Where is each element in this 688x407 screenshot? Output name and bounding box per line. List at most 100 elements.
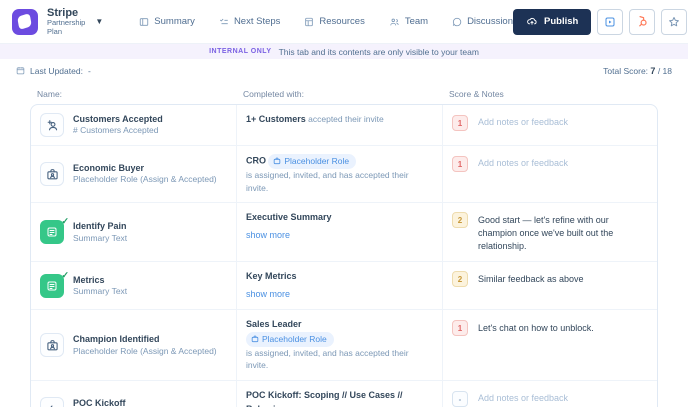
criterion-subtitle: Placeholder Role (Assign & Accepted) (73, 345, 217, 356)
tab-resources[interactable]: Resources (304, 16, 365, 27)
completed-cell: POC Kickoff: Scoping // Use Cases // Beh… (237, 381, 443, 407)
completed-cell: Executive Summary show more (237, 203, 443, 262)
completed-rest: accepted their invite (305, 114, 384, 124)
name-cell: Economic Buyer Placeholder Role (Assign … (31, 146, 237, 203)
score-badge[interactable]: 1 (452, 320, 468, 337)
notes-input[interactable]: Add notes or feedback (478, 391, 568, 403)
tab-team[interactable]: Team (389, 16, 428, 27)
score-cell: 1 Let's chat on how to unblock. (443, 310, 657, 380)
discussion-icon (452, 17, 462, 27)
total-score: Total Score: 7 / 18 (603, 66, 672, 76)
tab-label: Next Steps (233, 16, 281, 27)
last-updated-value: - (87, 65, 91, 76)
total-score-max: / 18 (657, 65, 672, 76)
plan-title-block[interactable]: Stripe Partnership Plan (47, 7, 85, 37)
tab-next-steps[interactable]: Next Steps (219, 16, 280, 27)
summary-check-icon: ✓ (40, 270, 69, 298)
score-badge[interactable]: 2 (452, 271, 468, 288)
completed-bold: Sales Leader (246, 319, 302, 330)
score-badge[interactable]: 1 (452, 115, 468, 131)
completed-rest: is assigned, invited, and has accepted t… (246, 169, 409, 193)
briefcase-user-icon (40, 162, 64, 187)
score-badge[interactable]: - (452, 391, 468, 407)
task-check-icon (40, 397, 64, 407)
tab-discussion[interactable]: Discussion (452, 16, 513, 27)
notes-text[interactable]: Similar feedback as above (478, 271, 584, 286)
last-updated-label: Last Updated: (30, 65, 83, 76)
publish-button[interactable]: Publish (513, 8, 592, 35)
criterion-subtitle: Summary Text (73, 286, 128, 297)
resources-icon (304, 17, 314, 27)
notes-input[interactable]: Add notes or feedback (478, 115, 568, 127)
video-icon (604, 16, 616, 28)
top-toolbar: Stripe Partnership Plan ▼ Summary Next S… (0, 0, 688, 44)
table-row: Economic Buyer Placeholder Role (Assign … (31, 145, 657, 203)
completed-rest: is assigned, invited, and has accepted t… (246, 347, 409, 371)
criterion-subtitle: Placeholder Role (Assign & Accepted) (73, 174, 217, 185)
tab-summary[interactable]: Summary (139, 16, 195, 27)
page-subtitle: Partnership Plan (47, 18, 86, 36)
video-button[interactable] (597, 8, 624, 35)
logo-glyph (17, 12, 32, 30)
table-row: ✓ Identify Pain Summary Text Executive S… (31, 202, 657, 262)
pill-label: Placeholder Role (284, 156, 350, 166)
completed-cell: 1+ Customers accepted their invite (237, 105, 443, 145)
criterion-name: Metrics (73, 274, 105, 285)
notes-input[interactable]: Add notes or feedback (478, 156, 568, 168)
completed-cell: Sales Leader Placeholder Role is assigne… (237, 310, 443, 381)
name-cell: Champion Identified Placeholder Role (As… (31, 310, 237, 381)
user-plus-icon (40, 113, 64, 137)
completed-bold: 1+ Customers (246, 114, 306, 124)
summary-icon (139, 17, 149, 27)
scorecard-table: Customers Accepted # Customers Accepted … (30, 104, 658, 407)
total-score-value: 7 (650, 65, 656, 76)
show-more-link[interactable]: show more (246, 288, 290, 302)
criterion-subtitle: Summary Text (73, 232, 128, 243)
check-icon: ✓ (61, 269, 69, 280)
main-nav: Summary Next Steps Resources Team Discus… (139, 16, 513, 27)
total-score-label: Total Score: (603, 65, 649, 76)
star-icon (668, 16, 680, 28)
show-more-link[interactable]: show more (246, 229, 290, 243)
criterion-subtitle: # Customers Accepted (73, 125, 159, 136)
criterion-name: POC Kickoff (73, 397, 126, 407)
placeholder-role-pill[interactable]: Placeholder Role (268, 154, 357, 169)
next-steps-icon (219, 17, 229, 27)
completed-cell: Key Metrics show more (237, 262, 443, 310)
toolbar-actions: Publish ⋮ (513, 8, 688, 35)
col-header-name: Name: (37, 89, 63, 99)
tab-label: Summary (154, 16, 195, 27)
completed-bold: CRO (246, 155, 266, 166)
table-row: POC Kickoff Step Completed POC Kickoff: … (31, 380, 657, 407)
company-logo (12, 8, 38, 35)
criterion-name: Identify Pain (73, 220, 127, 231)
banner-message: This tab and its contents are only visib… (278, 46, 479, 57)
name-cell: POC Kickoff Step Completed (31, 381, 237, 407)
table-row: Customers Accepted # Customers Accepted … (31, 105, 657, 145)
table-row: Champion Identified Placeholder Role (As… (31, 309, 657, 381)
check-icon: ✓ (61, 216, 69, 227)
cloud-upload-icon (526, 16, 538, 27)
notes-text[interactable]: Good start — let's refine with our champ… (478, 212, 648, 253)
last-updated[interactable]: Last Updated: - (16, 66, 91, 76)
internal-only-banner: INTERNAL ONLY This tab and its contents … (0, 44, 688, 59)
hubspot-icon (636, 15, 649, 28)
notes-text[interactable]: Let's chat on how to unblock. (478, 320, 594, 335)
score-cell: 2 Good start — let's refine with our cha… (443, 203, 657, 261)
score-cell: - Add notes or feedback (443, 381, 657, 407)
placeholder-role-pill[interactable]: Placeholder Role (246, 331, 334, 347)
name-cell: ✓ Identify Pain Summary Text (31, 203, 237, 262)
score-cell: 1 Add notes or feedback (443, 105, 657, 145)
chevron-down-icon[interactable]: ▼ (95, 17, 103, 26)
tab-label: Resources (319, 16, 365, 27)
hubspot-button[interactable] (629, 8, 656, 35)
team-icon (389, 17, 400, 27)
summary-check-icon: ✓ (40, 216, 69, 245)
pill-label: Placeholder Role (262, 333, 327, 344)
score-badge[interactable]: 1 (452, 156, 468, 172)
criterion-name: Customers Accepted (73, 113, 163, 124)
star-button[interactable] (661, 8, 688, 35)
score-badge[interactable]: 2 (452, 212, 468, 229)
criterion-name: Champion Identified (73, 333, 160, 344)
completed-bold: POC Kickoff: Scoping // Use Cases // Beh… (246, 390, 403, 407)
